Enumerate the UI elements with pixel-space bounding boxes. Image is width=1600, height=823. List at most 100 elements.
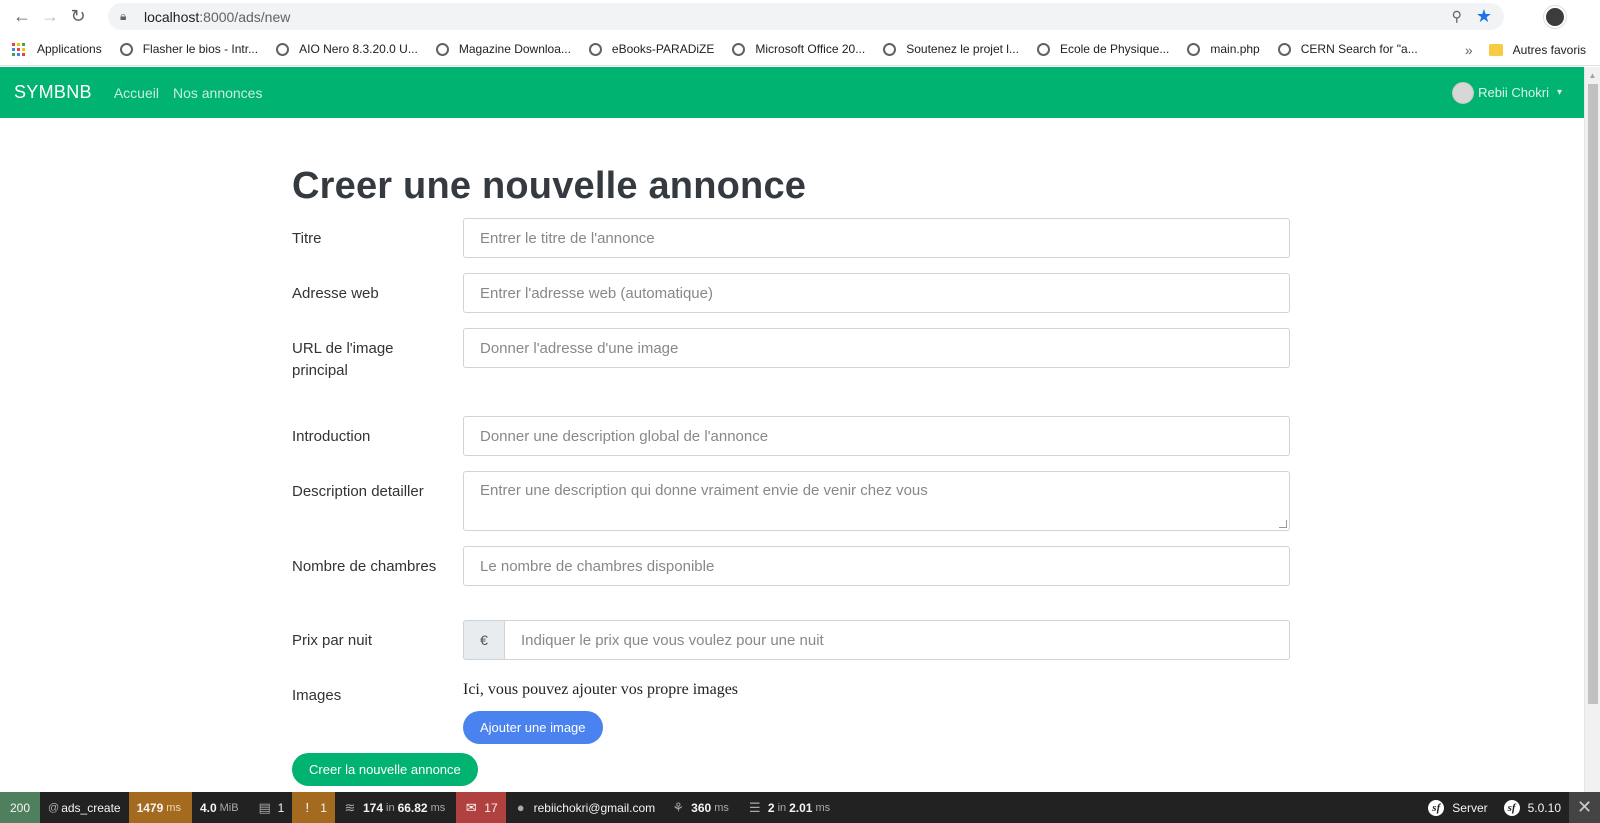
- scroll-up-arrow-icon[interactable]: ▲: [1585, 67, 1600, 83]
- layers-icon: ≋: [344, 799, 356, 815]
- translation-count: 17: [484, 800, 498, 815]
- address-bar[interactable]: 🔒︎ localhost:8000/ads/new ⚲ ★: [108, 3, 1504, 30]
- translation-icon: ✉: [465, 799, 477, 815]
- forms-panel[interactable]: ▤ 1: [250, 792, 293, 823]
- bookmark-star-icon[interactable]: ★: [1476, 6, 1492, 27]
- warnings-panel[interactable]: ! 1: [292, 792, 335, 823]
- submit-button[interactable]: Creer la nouvelle annonce: [292, 753, 478, 786]
- brand-link[interactable]: SYMBNB: [14, 82, 92, 103]
- add-image-button[interactable]: Ajouter une image: [463, 711, 603, 744]
- security-panel[interactable]: ● rebiichokri@gmail.com: [506, 792, 664, 823]
- form-icon: ▤: [258, 799, 271, 815]
- cache-unit: ms: [815, 801, 831, 814]
- back-icon[interactable]: ←: [8, 3, 36, 31]
- form-row-rooms: Nombre de chambres Le nombre de chambres…: [292, 546, 1290, 586]
- memory-panel[interactable]: 4.0 MiB: [192, 792, 250, 823]
- page-title: Creer une nouvelle annonce: [292, 165, 807, 207]
- nav-link-annonces[interactable]: Nos annonces: [173, 85, 263, 101]
- bookmark-label: Flasher le bios - Intr...: [142, 42, 259, 56]
- twig-unit: ms: [714, 801, 729, 814]
- intro-input[interactable]: Donner une description global de l'annon…: [463, 416, 1290, 456]
- bookmark-item[interactable]: main.php: [1187, 42, 1260, 56]
- bookmark-item[interactable]: Flasher le bios - Intr...: [119, 42, 259, 56]
- bookmark-label: CERN Search for "a...: [1300, 42, 1418, 56]
- forward-icon[interactable]: →: [36, 3, 64, 31]
- bookmark-label: eBooks-PARADiZE: [611, 42, 715, 56]
- time-unit: ms: [166, 801, 181, 814]
- profile-avatar[interactable]: [1544, 6, 1566, 28]
- titre-input[interactable]: Entrer le titre de l'annonce: [463, 218, 1290, 258]
- server-panel[interactable]: sf Server: [1420, 792, 1495, 823]
- bookmark-item[interactable]: Ecole de Physique...: [1036, 42, 1169, 56]
- bookmark-label: main.php: [1210, 42, 1260, 56]
- more-bookmarks-chevron-icon[interactable]: »: [1465, 42, 1473, 58]
- bookmark-item[interactable]: Magazine Downloa...: [435, 42, 571, 56]
- apps-grid-icon: [12, 42, 25, 56]
- rooms-input[interactable]: Le nombre de chambres disponible: [463, 546, 1290, 586]
- resize-handle-icon[interactable]: [1279, 520, 1287, 528]
- scrollbar-thumb[interactable]: [1588, 84, 1598, 704]
- route-panel[interactable]: @ ads_create: [40, 792, 129, 823]
- bookmark-label: Soutenez le projet l...: [906, 42, 1019, 56]
- cache-panel[interactable]: ☰ 2 in 2.01 ms: [740, 792, 841, 823]
- twig-panel[interactable]: ⚘ 360 ms: [663, 792, 740, 823]
- db-in-text: in: [386, 801, 395, 814]
- time-panel[interactable]: 1479 ms: [128, 792, 192, 823]
- memory-unit: MiB: [219, 801, 239, 814]
- label-rooms: Nombre de chambres: [292, 558, 437, 575]
- description-textarea[interactable]: Entrer une description qui donne vraimen…: [463, 471, 1290, 531]
- folder-icon: [1488, 43, 1503, 56]
- cover-image-input[interactable]: Donner l'adresse d'une image: [463, 328, 1290, 368]
- bookmark-item[interactable]: CERN Search for "a...: [1277, 42, 1418, 56]
- close-toolbar-icon[interactable]: ✕: [1569, 792, 1600, 823]
- bookmarks-bar: Applications Flasher le bios - Intr... A…: [0, 33, 1600, 66]
- bookmark-label: Magazine Downloa...: [458, 42, 571, 56]
- images-section: Ici, vous pouvez ajouter vos propre imag…: [463, 675, 738, 744]
- bookmark-applications[interactable]: Applications: [12, 42, 102, 56]
- zoom-icon[interactable]: ⚲: [1452, 8, 1462, 25]
- status-code-badge[interactable]: 200: [0, 792, 41, 823]
- nav-link-accueil[interactable]: Accueil: [114, 85, 159, 101]
- globe-icon: [435, 42, 449, 56]
- lock-icon: 🔒︎: [120, 9, 127, 23]
- reload-icon[interactable]: ↻: [64, 3, 92, 31]
- route-name: ads_create: [61, 800, 121, 815]
- bookmark-label: Applications: [37, 42, 102, 56]
- price-input[interactable]: Indiquer le prix que vous voulez pour un…: [504, 620, 1290, 660]
- form-row-images: Images Ici, vous pouvez ajouter vos prop…: [292, 675, 1290, 744]
- bookmark-item[interactable]: AIO Nero 8.3.20.0 U...: [276, 42, 418, 56]
- site-navbar: SYMBNB Accueil Nos annonces Rebii Chokri…: [0, 67, 1584, 118]
- translation-panel[interactable]: ✉ 17: [456, 792, 506, 823]
- globe-icon: [1277, 42, 1291, 56]
- globe-icon: [276, 42, 290, 56]
- slug-input[interactable]: Entrer l'adresse web (automatique): [463, 273, 1290, 313]
- bookmark-item[interactable]: Soutenez le projet l...: [883, 42, 1019, 56]
- db-time: 66.82: [397, 800, 428, 815]
- globe-icon: [1036, 42, 1050, 56]
- globe-icon: [883, 42, 897, 56]
- form-row-price: Prix par nuit € Indiquer le prix que vou…: [292, 620, 1290, 660]
- label-intro: Introduction: [292, 428, 371, 445]
- memory-value: 4.0: [199, 800, 217, 815]
- page-scrollbar[interactable]: ▲: [1584, 67, 1600, 792]
- globe-icon: [119, 42, 133, 56]
- bookmark-item[interactable]: Microsoft Office 20...: [732, 42, 865, 56]
- symfony-version: 5.0.10: [1527, 800, 1561, 815]
- user-dropdown[interactable]: Rebii Chokri ▾: [1452, 67, 1562, 118]
- symfony-debug-toolbar: 200 @ ads_create 1479 ms 4.0 MiB ▤ 1 ! 1 ≋ 174…: [0, 792, 1600, 823]
- form-row-cover: URL de l'image principal Donner l'adress…: [292, 328, 1290, 382]
- time-value: 1479: [136, 800, 164, 815]
- other-bookmarks[interactable]: Autres favoris: [1513, 43, 1586, 57]
- description-placeholder: Entrer une description qui donne vraimen…: [480, 482, 928, 499]
- cache-stack-icon: ☰: [749, 799, 761, 815]
- bookmark-item[interactable]: eBooks-PARADiZE: [588, 42, 715, 56]
- db-queries: 174: [362, 800, 383, 815]
- label-cover: URL de l'image principal: [292, 340, 394, 379]
- server-label: Server: [1452, 800, 1488, 815]
- version-panel[interactable]: sf 5.0.10: [1496, 792, 1569, 823]
- url-path: :8000/ads/new: [199, 8, 291, 25]
- database-panel[interactable]: ≋ 174 in 66.82 ms: [335, 792, 456, 823]
- euro-addon: €: [463, 620, 504, 660]
- form-row-slug: Adresse web Entrer l'adresse web (automa…: [292, 273, 1290, 313]
- cache-count: 2: [767, 800, 775, 815]
